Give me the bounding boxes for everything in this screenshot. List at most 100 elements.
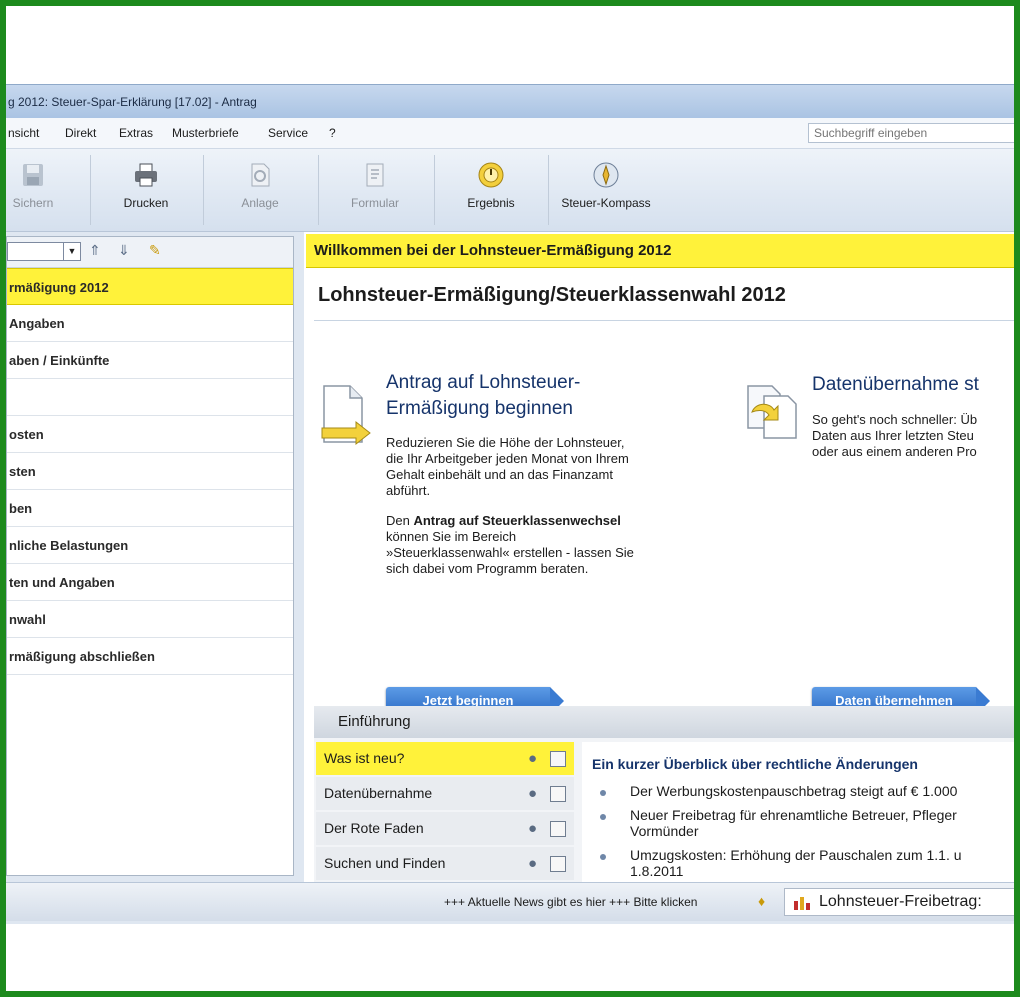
document-icon[interactable]: [550, 821, 566, 837]
card-start-text-line: sich dabei vom Programm beraten.: [386, 561, 589, 576]
news-line: 1.8.2011: [630, 863, 684, 879]
chevron-down-icon[interactable]: ▼: [63, 243, 80, 260]
title-divider: [314, 320, 1014, 321]
card-start-bold: Antrag auf Steuerklassenwechsel: [413, 513, 621, 528]
card-start-text: Reduzieren Sie die Höhe der Lohnsteuer, …: [386, 435, 716, 577]
card-transfer-text-line: So geht's noch schneller: Üb: [812, 412, 978, 427]
compass-icon: [593, 162, 619, 188]
intro-item-label: Der Rote Faden: [324, 820, 424, 836]
card-transfer-text: So geht's noch schneller: Üb Daten aus I…: [812, 412, 977, 460]
card-start-heading: Antrag auf Lohnsteuer- Ermäßigung beginn…: [386, 370, 580, 422]
info-icon: ♦: [758, 893, 766, 909]
menu-ansicht[interactable]: nsicht: [8, 118, 39, 148]
page-title: Lohnsteuer-Ermäßigung/Steuerklassenwahl …: [318, 284, 786, 306]
nav-item-werbungskosten[interactable]: osten: [7, 416, 293, 453]
card-start-prefix: Den: [386, 513, 414, 528]
intro-item-data-transfer[interactable]: Datenübernahme ●: [316, 777, 574, 810]
card-start-text-line: die Ihr Arbeitgeber jeden Monat von Ihre…: [386, 451, 629, 466]
tax-allowance-label: Lohnsteuer-Freibetrag:: [819, 893, 982, 910]
card-start-text-line: abführt.: [386, 483, 431, 498]
intro-item-red-thread[interactable]: Der Rote Faden ●: [316, 812, 574, 845]
nav-item-steuerklassenwahl[interactable]: nwahl: [7, 601, 293, 638]
print-button[interactable]: Drucken: [106, 149, 186, 231]
application-window: g 2012: Steuer-Spar-Erklärung [17.02] - …: [6, 84, 1014, 924]
result-icon: [478, 162, 504, 188]
news-heading: Ein kurzer Überblick über rechtliche Änd…: [592, 756, 918, 772]
new-document-icon: [321, 385, 371, 446]
screenshot-frame: g 2012: Steuer-Spar-Erklärung [17.02] - …: [0, 0, 1020, 997]
print-label: Drucken: [123, 196, 169, 210]
menu-musterbriefe[interactable]: Musterbriefe: [172, 118, 239, 148]
nav-item-daten[interactable]: ten und Angaben: [7, 564, 293, 601]
document-icon[interactable]: [550, 751, 566, 767]
save-icon: [23, 164, 43, 186]
attachment-label: Anlage: [241, 196, 279, 210]
arrow-up-icon[interactable]: ⇑: [89, 242, 101, 259]
attachment-icon: [251, 163, 270, 187]
tax-allowance-box[interactable]: Lohnsteuer-Freibetrag:: [784, 888, 1014, 916]
bullet-icon: [600, 854, 606, 860]
form-button[interactable]: Formular: [334, 149, 416, 231]
card-start-text-line: Reduzieren Sie die Höhe der Lohnsteuer,: [386, 435, 625, 450]
intro-item-label: Was ist neu?: [324, 750, 405, 766]
navigation-panel: ▼ ⇑ ⇓ ✎ rmäßigung 2012 Angaben aben / Ei…: [6, 236, 294, 876]
introduction-header: Einführung: [314, 706, 1014, 738]
nav-item-angaben[interactable]: Angaben: [7, 305, 293, 342]
document-icon[interactable]: [550, 856, 566, 872]
card-transfer-heading: Datenübernahme st: [812, 374, 979, 395]
toolbar-separator: [203, 155, 204, 225]
welcome-banner: Willkommen bei der Lohnsteuer-Ermäßigung…: [306, 234, 1014, 268]
menu-direkt[interactable]: Direkt: [65, 118, 96, 148]
intro-item-label: Datenübernahme: [324, 785, 433, 801]
pin-icon[interactable]: ✎: [149, 242, 161, 259]
nav-item-belastungen[interactable]: nliche Belastungen: [7, 527, 293, 564]
nav-item-empty[interactable]: [7, 379, 293, 416]
form-label: Formular: [350, 196, 399, 210]
toolbar-separator: [90, 155, 91, 225]
intro-item-whats-new[interactable]: Was ist neu? ●: [316, 742, 574, 775]
card-transfer-text-line: Daten aus Ihrer letzten Steu: [812, 428, 974, 443]
toolbar-separator: [548, 155, 549, 225]
intro-item-search-find[interactable]: Suchen und Finden ●: [316, 847, 574, 880]
nav-item-einkuenfte[interactable]: aben / Einkünfte: [7, 342, 293, 379]
navigation-toolbar: ▼ ⇑ ⇓ ✎: [7, 237, 293, 268]
video-icon[interactable]: ●: [528, 751, 544, 767]
card-start-text-line: »Steuerklassenwahl« erstellen - lassen S…: [386, 545, 634, 560]
news-ticker-link[interactable]: +++ Aktuelle News gibt es hier +++ Bitte…: [444, 883, 697, 921]
form-icon: [366, 163, 384, 187]
result-button[interactable]: Ergebnis: [450, 149, 532, 231]
video-icon[interactable]: ●: [528, 786, 544, 802]
nav-item-ausgaben[interactable]: ben: [7, 490, 293, 527]
bullet-icon: [600, 814, 606, 820]
document-icon[interactable]: [550, 786, 566, 802]
data-transfer-icon: [747, 385, 797, 439]
tax-compass-label: Steuer-Kompass: [561, 196, 651, 210]
toolbar: Sichern Drucken Anlage Formular Ergebnis…: [6, 149, 1014, 232]
status-bar: +++ Aktuelle News gibt es hier +++ Bitte…: [6, 882, 1014, 921]
news-line: Umzugskosten: Erhöhung der Pauschalen zu…: [630, 847, 962, 863]
menu-service[interactable]: Service: [268, 118, 308, 148]
search-input[interactable]: [808, 123, 1014, 143]
toolbar-separator: [318, 155, 319, 225]
menu-bar: nsicht Direkt Extras Musterbriefe Servic…: [6, 118, 1014, 149]
window-title: g 2012: Steuer-Spar-Erklärung [17.02] - …: [6, 84, 1014, 119]
nav-item-overview[interactable]: rmäßigung 2012: [7, 268, 293, 305]
arrow-down-icon[interactable]: ⇓: [118, 242, 130, 259]
toolbar-separator: [434, 155, 435, 225]
card-start-text-line: können Sie im Bereich: [386, 529, 517, 544]
nav-item-abschliessen[interactable]: rmäßigung abschließen: [7, 638, 293, 675]
card-start-text-line: Den Antrag auf Steuerklassenwechsel: [386, 513, 716, 529]
save-button[interactable]: Sichern: [6, 149, 60, 231]
card-start-text-line: Gehalt einbehält und an das Finanzamt: [386, 467, 613, 482]
menu-help[interactable]: ?: [329, 118, 336, 148]
video-icon[interactable]: ●: [528, 821, 544, 837]
navigation-select[interactable]: ▼: [7, 242, 81, 261]
video-icon[interactable]: ●: [528, 856, 544, 872]
card-transfer-text-line: oder aus einem anderen Pro: [812, 444, 977, 459]
news-item: Neuer Freibetrag für ehrenamtliche Betre…: [630, 807, 957, 839]
intro-item-label: Suchen und Finden: [324, 855, 446, 871]
attachment-button[interactable]: Anlage: [220, 149, 300, 231]
nav-item-kosten[interactable]: sten: [7, 453, 293, 490]
tax-compass-button[interactable]: Steuer-Kompass: [556, 149, 656, 231]
menu-extras[interactable]: Extras: [119, 118, 153, 148]
